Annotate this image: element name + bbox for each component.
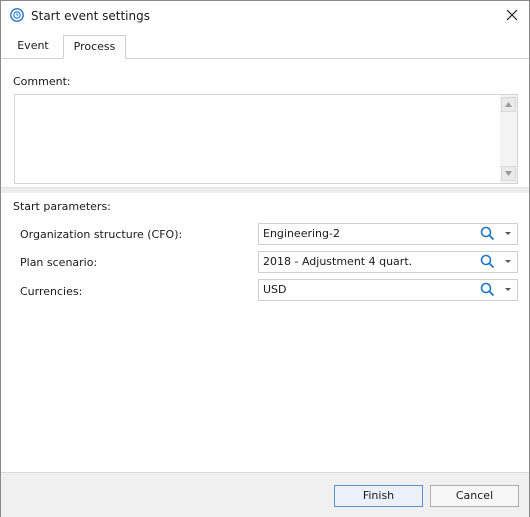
currencies-value: USD (263, 283, 287, 296)
plan-scenario-combo[interactable]: 2018 - Adjustment 4 quart. (258, 251, 518, 273)
scroll-up-arrow-icon[interactable] (501, 97, 516, 112)
close-icon (506, 9, 518, 24)
close-button[interactable] (501, 5, 523, 27)
clock-icon (10, 8, 24, 22)
org-structure-label: Organization structure (CFO): (20, 228, 183, 241)
org-structure-value: Engineering-2 (263, 227, 340, 240)
search-icon[interactable] (480, 226, 495, 241)
dialog-window: Start event settings Event Process Comme… (0, 0, 530, 517)
search-icon[interactable] (480, 254, 495, 269)
currencies-combo[interactable]: USD (258, 279, 518, 301)
start-parameters-label: Start parameters: (13, 200, 111, 213)
tab-process[interactable]: Process (63, 35, 126, 59)
chevron-down-icon[interactable] (503, 256, 513, 266)
title-bar: Start event settings (1, 1, 529, 31)
search-icon[interactable] (480, 282, 495, 297)
tab-strip: Event Process (1, 35, 529, 59)
dialog-footer: Finish Cancel (1, 472, 529, 517)
currencies-label: Currencies: (20, 285, 83, 298)
plan-scenario-label: Plan scenario: (20, 256, 98, 269)
chevron-down-icon[interactable] (503, 284, 513, 294)
comment-scrollbar[interactable] (500, 95, 517, 183)
dialog-title: Start event settings (31, 9, 150, 23)
plan-scenario-value: 2018 - Adjustment 4 quart. (263, 255, 413, 268)
org-structure-combo[interactable]: Engineering-2 (258, 223, 518, 245)
comment-textarea[interactable] (14, 94, 518, 184)
scroll-down-arrow-icon[interactable] (501, 166, 516, 181)
tab-event[interactable]: Event (5, 35, 61, 57)
chevron-down-icon[interactable] (503, 228, 513, 238)
comment-label: Comment: (13, 75, 71, 88)
finish-button[interactable]: Finish (334, 485, 423, 507)
section-separator (1, 187, 529, 193)
cancel-button[interactable]: Cancel (430, 485, 519, 507)
